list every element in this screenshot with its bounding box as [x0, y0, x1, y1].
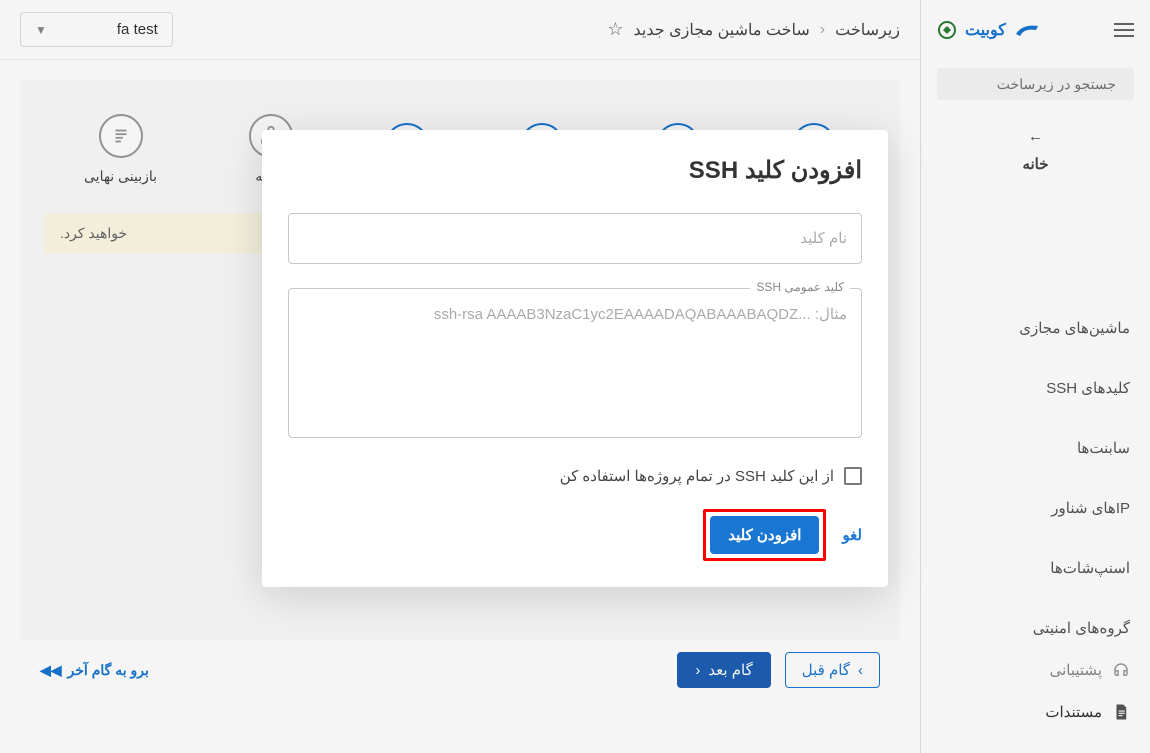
highlight-annotation: افزودن کلید: [703, 509, 826, 561]
modal-actions: لغو افزودن کلید: [288, 509, 862, 561]
public-key-label: کلید عمومی SSH: [750, 280, 850, 294]
modal-title: افزودن کلید SSH: [288, 156, 862, 185]
reuse-label: از این کلید SSH در تمام پروژه‌ها استفاده…: [560, 467, 834, 485]
public-key-field: کلید عمومی SSH: [288, 288, 862, 443]
modal-overlay[interactable]: افزودن کلید SSH کلید عمومی SSH از این کل…: [0, 0, 1150, 753]
public-key-textarea[interactable]: [288, 288, 862, 438]
key-name-input[interactable]: [288, 213, 862, 264]
add-ssh-key-modal: افزودن کلید SSH کلید عمومی SSH از این کل…: [262, 130, 888, 587]
reuse-checkbox[interactable]: [844, 467, 862, 485]
add-key-button[interactable]: افزودن کلید: [710, 516, 819, 554]
cancel-button[interactable]: لغو: [842, 526, 862, 544]
reuse-checkbox-row[interactable]: از این کلید SSH در تمام پروژه‌ها استفاده…: [288, 467, 862, 485]
key-name-field: [288, 213, 862, 264]
